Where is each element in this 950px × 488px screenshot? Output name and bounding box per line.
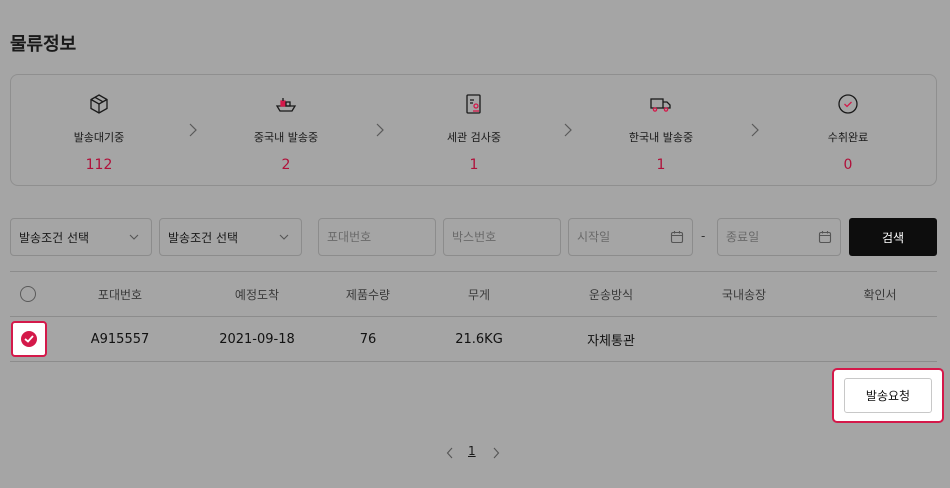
status-count: 0 xyxy=(843,157,853,173)
select-all-radio[interactable] xyxy=(20,286,36,302)
select-value: 발송조건 선택 xyxy=(168,230,239,245)
column-header: 포대번호 xyxy=(97,287,143,302)
chevron-right-icon xyxy=(376,123,384,137)
shipping-condition-select-1[interactable]: 발송조건 선택 xyxy=(10,218,152,256)
row-select-checkbox[interactable] xyxy=(11,321,47,357)
status-count: 1 xyxy=(469,157,479,173)
confirmation-cell xyxy=(830,317,930,361)
column-header: 무게 xyxy=(467,287,491,302)
status-step-china-shipping[interactable]: 중국내 발송중 2 xyxy=(206,75,366,187)
chevron-right-icon xyxy=(189,123,197,137)
pagination: 1 xyxy=(440,443,510,463)
chevron-down-icon xyxy=(129,234,139,240)
calendar-icon[interactable] xyxy=(818,230,832,244)
chevron-down-icon xyxy=(279,234,289,240)
shipment-table: 포대번호 예정도착 제품수량 무게 운송방식 국내송장 확인서 A915557 … xyxy=(10,271,937,362)
column-header: 국내송장 xyxy=(721,287,767,302)
table-header: 포대번호 예정도착 제품수량 무게 운송방식 국내송장 확인서 xyxy=(10,271,937,317)
column-header: 제품수량 xyxy=(345,287,391,302)
chevron-left-icon[interactable] xyxy=(446,447,454,459)
checkmark-icon xyxy=(21,331,37,347)
chevron-right-icon[interactable] xyxy=(492,447,500,459)
search-button[interactable]: 검색 xyxy=(849,218,937,256)
truck-icon xyxy=(650,98,671,112)
status-count: 112 xyxy=(85,157,113,173)
ship-icon xyxy=(275,98,297,112)
column-header: 확인서 xyxy=(863,287,897,302)
page-title: 물류정보 xyxy=(10,34,77,55)
box-number-field[interactable] xyxy=(443,218,561,256)
page-number[interactable]: 1 xyxy=(468,444,476,458)
status-label: 수취완료 xyxy=(827,131,869,144)
box-icon xyxy=(90,94,108,114)
status-panel: 발송대기중 112 중국내 발송중 2 세관 검사중 1 한국내 발송중 1 수… xyxy=(10,74,937,186)
quantity-cell: 76 xyxy=(359,331,377,347)
row-select-cell[interactable] xyxy=(10,317,48,361)
check-circle-icon xyxy=(838,94,858,114)
start-date-field[interactable] xyxy=(568,218,693,256)
status-step-received[interactable]: 수취완료 0 xyxy=(768,75,928,187)
status-step-customs[interactable]: 세관 검사중 1 xyxy=(394,75,554,187)
request-shipping-button[interactable]: 발송요청 xyxy=(844,378,932,413)
select-all-cell[interactable] xyxy=(10,272,46,316)
status-label: 한국내 발송중 xyxy=(628,131,694,144)
request-shipping-highlight: 발송요청 xyxy=(832,368,944,423)
shipping-method-cell: 자체통관 xyxy=(587,333,635,349)
end-date-field[interactable] xyxy=(717,218,841,256)
bag-number-cell: A915557 xyxy=(90,331,150,347)
bag-number-input[interactable] xyxy=(327,230,427,244)
status-count: 2 xyxy=(281,157,291,173)
chevron-right-icon xyxy=(564,123,572,137)
start-date-input[interactable] xyxy=(577,230,670,244)
shipping-condition-select-2[interactable]: 발송조건 선택 xyxy=(159,218,302,256)
bag-number-field[interactable] xyxy=(318,218,436,256)
table-row[interactable]: A915557 2021-09-18 76 21.6KG 자체통관 xyxy=(10,317,937,362)
arrival-date-cell: 2021-09-18 xyxy=(219,331,295,347)
box-number-input[interactable] xyxy=(452,230,552,244)
status-step-waiting[interactable]: 발송대기중 112 xyxy=(19,75,179,187)
weight-cell: 21.6KG xyxy=(455,331,503,347)
date-range-separator: - xyxy=(701,229,706,243)
status-label: 중국내 발송중 xyxy=(253,131,319,144)
select-value: 발송조건 선택 xyxy=(19,230,90,245)
calendar-icon[interactable] xyxy=(670,230,684,244)
status-count: 1 xyxy=(656,157,666,173)
customs-document-icon xyxy=(466,94,481,114)
chevron-right-icon xyxy=(751,123,759,137)
domestic-invoice-cell xyxy=(694,317,794,361)
status-step-korea-shipping[interactable]: 한국내 발송중 1 xyxy=(581,75,741,187)
column-header: 예정도착 xyxy=(234,287,280,302)
status-label: 발송대기중 xyxy=(73,131,125,144)
status-label: 세관 검사중 xyxy=(446,131,502,144)
end-date-input[interactable] xyxy=(726,230,818,244)
column-header: 운송방식 xyxy=(588,287,634,302)
